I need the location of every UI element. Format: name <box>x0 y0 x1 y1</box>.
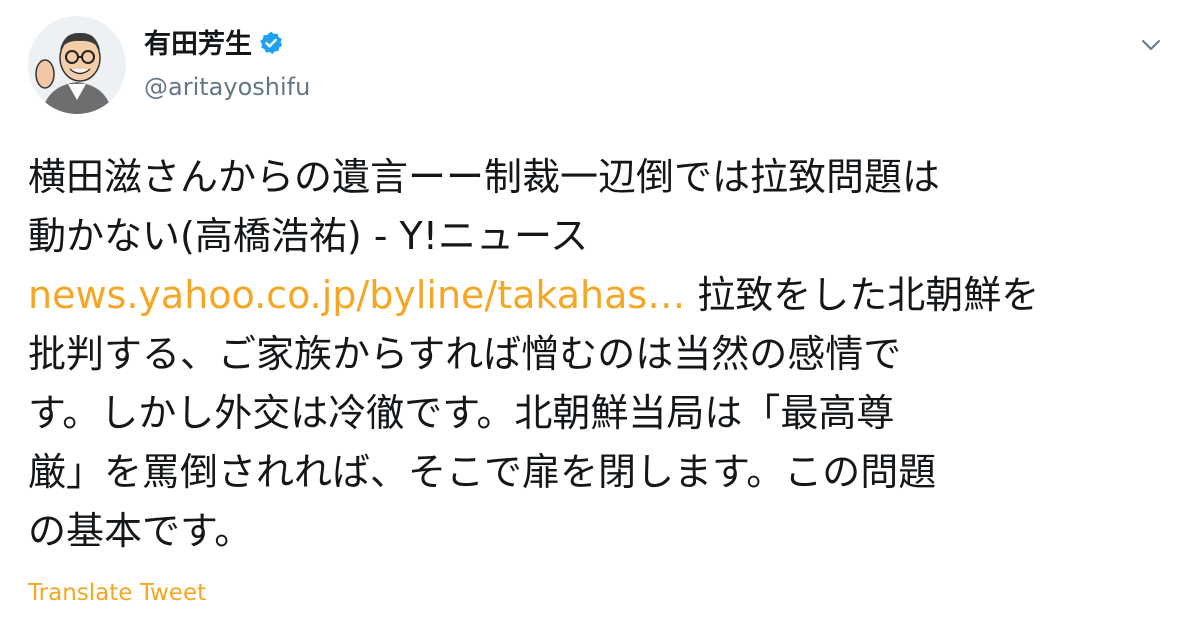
verified-badge-icon <box>258 30 284 56</box>
translate-tweet-button[interactable]: Translate Tweet <box>28 578 206 608</box>
tweet-text-line: す。しかし外交は冷徹です。北朝鮮当局は「最高尊 <box>28 391 895 435</box>
tweet-text-segment: 拉致をした北朝鮮を <box>685 273 1040 317</box>
tweet-text-line: 批判する、ご家族からすれば憎むのは当然の感情で <box>28 332 902 376</box>
tweet-card: 有田芳生 @aritayoshifu 横田滋さんからの遺言ーー制裁一辺倒では拉致… <box>0 0 1192 628</box>
tweet-text-line: 厳」を罵倒されれば、そこで扉を閉します。この問題 <box>28 450 937 494</box>
display-name-text[interactable]: 有田芳生 <box>144 29 252 60</box>
author-display-name[interactable]: 有田芳生 <box>144 28 284 62</box>
article-link[interactable]: news.yahoo.co.jp/byline/takahas… <box>28 273 685 317</box>
tweet-text-line: news.yahoo.co.jp/byline/takahas… 拉致をした北朝… <box>28 266 1148 325</box>
tweet-text-line: 横田滋さんからの遺言ーー制裁一辺倒では拉致問題は <box>28 155 941 199</box>
tweet-text-line: 動かない(高橋浩祐) - Y!ニュース <box>28 214 589 258</box>
author-handle[interactable]: @aritayoshifu <box>144 72 310 102</box>
avatar-illustration <box>28 16 126 114</box>
chevron-down-icon[interactable] <box>1140 34 1162 56</box>
avatar[interactable] <box>28 16 126 114</box>
tweet-text-line: の基本です。 <box>28 509 253 553</box>
tweet-text: 横田滋さんからの遺言ーー制裁一辺倒では拉致問題は 動かない(高橋浩祐) - Y!… <box>28 148 1148 561</box>
